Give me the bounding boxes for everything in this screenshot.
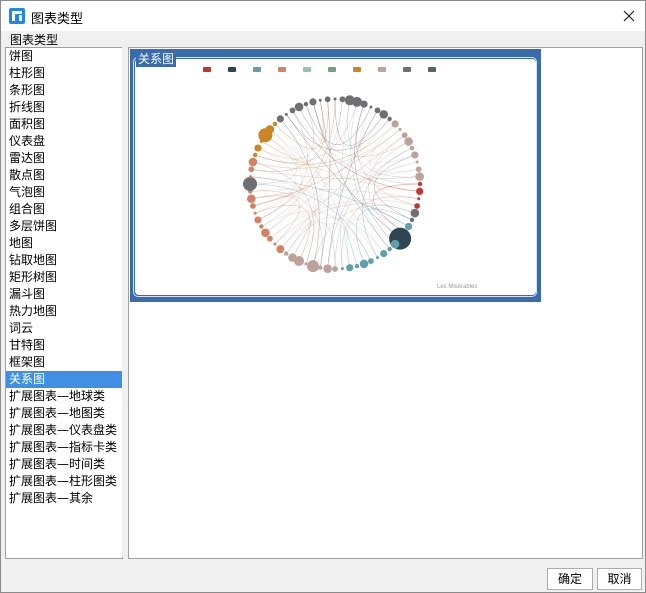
preview-area: Les Misérables 关系图 <box>128 47 643 559</box>
cancel-button[interactable]: 取消 <box>597 568 642 590</box>
chart-type-item[interactable]: 矩形树图 <box>6 269 122 286</box>
chart-type-item[interactable]: 扩展图表—其余 <box>6 490 122 507</box>
chart-type-item[interactable]: 扩展图表—地球类 <box>6 388 122 405</box>
chart-type-item[interactable]: 仪表盘 <box>6 133 122 150</box>
chart-type-item[interactable]: 组合图 <box>6 201 122 218</box>
chart-type-item[interactable]: 钻取地图 <box>6 252 122 269</box>
chart-preview-thumbnail[interactable]: Les Misérables 关系图 <box>130 49 541 302</box>
chart-type-item[interactable]: 关系图 <box>6 371 122 388</box>
title-bar: 图表类型 <box>1 1 645 31</box>
chart-type-item[interactable]: 漏斗图 <box>6 286 122 303</box>
chart-type-item[interactable]: 词云 <box>6 320 122 337</box>
preview-label: 关系图 <box>136 50 177 67</box>
list-scrollbar-track <box>122 47 127 557</box>
chart-type-item[interactable]: 条形图 <box>6 82 122 99</box>
chart-type-item[interactable]: 多层饼图 <box>6 218 122 235</box>
preview-frame <box>133 57 537 297</box>
chart-type-item[interactable]: 气泡图 <box>6 184 122 201</box>
group-label: 图表类型 <box>9 31 60 48</box>
chart-type-dialog: 图表类型 图表类型 饼图 柱形图 条形图 折线图 面积图 仪表盘 雷达图 散点图 气泡图 组合图多… <box>0 0 646 593</box>
chart-type-list[interactable]: 饼图 柱形图 条形图 折线图 面积图 仪表盘 雷达图 散点图 气泡图 组合图 多层饼图 地图 钻取地图矩… <box>5 47 123 559</box>
chart-type-item[interactable]: 扩展图表—仪表盘类 <box>6 422 122 439</box>
chart-type-item[interactable]: 热力地图 <box>6 303 122 320</box>
window-title: 图表类型 <box>31 12 84 27</box>
chart-type-item[interactable]: 扩展图表—地图类 <box>6 405 122 422</box>
chart-type-item[interactable]: 柱形图 <box>6 65 122 82</box>
close-icon[interactable] <box>615 3 643 29</box>
chart-type-item[interactable]: 框架图 <box>6 354 122 371</box>
chart-type-item[interactable]: 散点图 <box>6 167 122 184</box>
ok-button[interactable]: 确定 <box>547 568 593 590</box>
chart-type-item[interactable]: 扩展图表—时间类 <box>6 456 122 473</box>
chart-type-item[interactable]: 扩展图表—柱形图类 <box>6 473 122 490</box>
chart-type-item[interactable]: 雷达图 <box>6 150 122 167</box>
app-logo-icon <box>9 8 25 24</box>
chart-type-item[interactable]: 地图 <box>6 235 122 252</box>
chart-type-item[interactable]: 面积图 <box>6 116 122 133</box>
chart-type-item[interactable]: 折线图 <box>6 99 122 116</box>
chart-type-item[interactable]: 扩展图表—指标卡类 <box>6 439 122 456</box>
chart-type-item[interactable]: 甘特图 <box>6 337 122 354</box>
chart-type-item[interactable]: 饼图 <box>6 48 122 65</box>
